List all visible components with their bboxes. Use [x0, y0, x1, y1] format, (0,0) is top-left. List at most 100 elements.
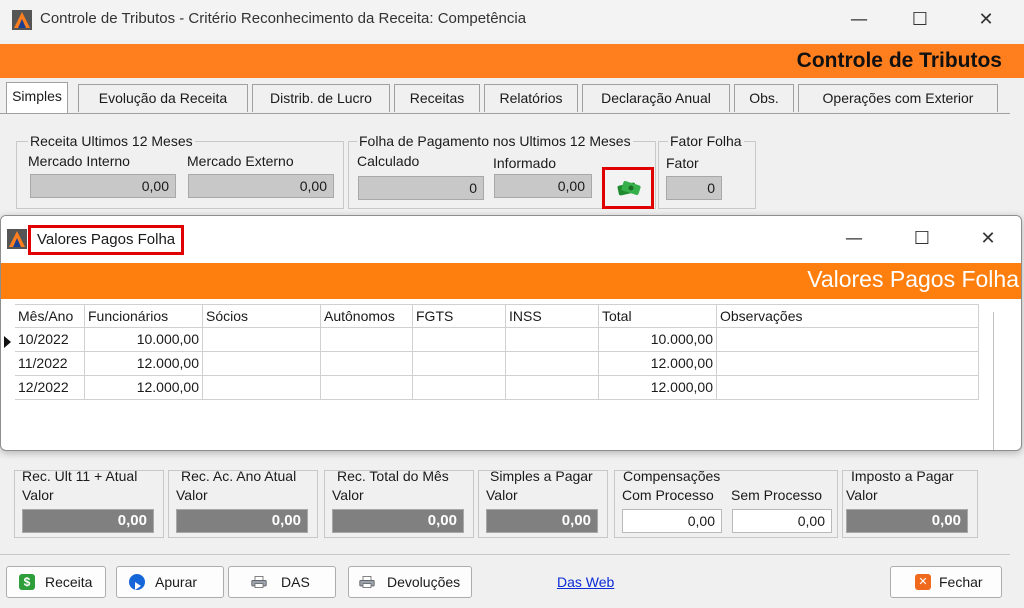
tab-relatorios[interactable]: Relatórios — [484, 84, 578, 112]
simples-pagar-title: Simples a Pagar — [490, 468, 593, 484]
dialog-title: Valores Pagos Folha — [28, 225, 185, 255]
dialog-banner: Valores Pagos Folha — [1, 263, 1021, 299]
table-cell[interactable]: 10/2022 — [15, 328, 85, 352]
table-cell[interactable]: 11/2022 — [15, 352, 85, 376]
table-cell[interactable]: 12/2022 — [15, 376, 85, 400]
mercado-interno-label: Mercado Interno — [28, 153, 130, 169]
column-header[interactable]: Mês/Ano — [15, 304, 85, 328]
rec-ult-label: Valor — [22, 487, 54, 503]
tab-simples[interactable]: Simples — [6, 82, 68, 114]
table-cell[interactable] — [203, 376, 321, 400]
table-cell[interactable]: 12.000,00 — [599, 352, 717, 376]
mercado-interno-field[interactable]: 0,00 — [30, 174, 176, 198]
table-cell[interactable]: 10.000,00 — [599, 328, 717, 352]
fator-field[interactable]: 0 — [666, 176, 722, 200]
dialog-minimize-button[interactable]: — — [831, 225, 877, 253]
informado-field[interactable]: 0,00 — [494, 174, 592, 198]
column-header[interactable]: INSS — [506, 304, 599, 328]
rec-total-label: Valor — [332, 487, 364, 503]
dialog-title-bar[interactable]: Valores Pagos Folha — ☐ ✕ — [1, 216, 1021, 262]
calculado-label: Calculado — [357, 153, 420, 169]
rec-ac-label: Valor — [176, 487, 208, 503]
sem-processo-label: Sem Processo — [731, 487, 823, 503]
column-header[interactable]: Autônomos — [321, 304, 413, 328]
mercado-externo-field[interactable]: 0,00 — [188, 174, 334, 198]
printer-icon — [359, 576, 375, 588]
dialog-banner-title: Valores Pagos Folha — [807, 266, 1019, 292]
main-title-bar[interactable]: Controle de Tributos - Critério Reconhec… — [0, 0, 1024, 40]
play-icon — [129, 574, 145, 590]
tab-receitas[interactable]: Receitas — [394, 84, 480, 112]
com-processo-field[interactable]: 0,00 — [622, 509, 722, 533]
table-cell[interactable] — [413, 376, 506, 400]
current-row-indicator-icon — [4, 336, 11, 348]
compensacoes-title: Compensações — [623, 468, 721, 484]
printer-icon — [251, 576, 267, 588]
tab-distrib-lucro[interactable]: Distrib. de Lucro — [252, 84, 390, 112]
table-cell[interactable] — [321, 376, 413, 400]
simples-pagar-field[interactable]: 0,00 — [486, 509, 598, 533]
das-button-label: DAS — [281, 574, 310, 590]
rec-total-title: Rec. Total do Mês — [337, 468, 449, 484]
sem-processo-field[interactable]: 0,00 — [732, 509, 832, 533]
fechar-button[interactable]: ✕ Fechar — [890, 566, 1002, 598]
table-cell[interactable] — [506, 376, 599, 400]
imposto-pagar-label: Valor — [846, 487, 878, 503]
tab-obs[interactable]: Obs. — [734, 84, 794, 112]
minimize-button[interactable]: — — [836, 6, 882, 34]
banner-title: Controle de Tributos — [796, 49, 1002, 72]
table-cell[interactable] — [413, 352, 506, 376]
calculado-field[interactable]: 0 — [358, 176, 484, 200]
dialog-maximize-button[interactable]: ☐ — [899, 225, 945, 253]
column-header[interactable]: Total — [599, 304, 717, 328]
app-logo-icon — [12, 10, 32, 30]
rec-ult-title: Rec. Ult 11 + Atual — [22, 468, 138, 484]
rec-ult-field[interactable]: 0,00 — [22, 509, 154, 533]
maximize-button[interactable]: ☐ — [897, 6, 943, 34]
imposto-pagar-title: Imposto a Pagar — [851, 468, 954, 484]
dollar-icon: $ — [19, 574, 35, 590]
imposto-pagar-field[interactable]: 0,00 — [846, 509, 968, 533]
com-processo-label: Com Processo — [622, 487, 714, 503]
close-x-icon: ✕ — [915, 574, 931, 590]
rec-total-field[interactable]: 0,00 — [332, 509, 464, 533]
tab-divider — [0, 113, 1010, 114]
receita-12-meses-title: Receita Ultimos 12 Meses — [28, 133, 195, 149]
devolucoes-button[interactable]: Devoluções — [348, 566, 472, 598]
column-header[interactable]: Sócios — [203, 304, 321, 328]
table-cell[interactable] — [203, 328, 321, 352]
close-button[interactable]: ✕ — [963, 6, 1009, 34]
das-button[interactable]: DAS — [228, 566, 336, 598]
valores-pagos-folha-dialog[interactable]: Valores Pagos Folha — ☐ ✕ Valores Pagos … — [0, 215, 1022, 451]
table-cell[interactable] — [717, 376, 979, 400]
column-header[interactable]: FGTS — [413, 304, 506, 328]
fechar-button-label: Fechar — [939, 574, 983, 590]
receita-button[interactable]: $ Receita — [6, 566, 106, 598]
table-cell[interactable] — [203, 352, 321, 376]
tab-operacoes-exterior[interactable]: Operações com Exterior — [798, 84, 998, 112]
rec-ac-title: Rec. Ac. Ano Atual — [181, 468, 297, 484]
table-cell[interactable] — [717, 328, 979, 352]
fator-label: Fator — [666, 155, 699, 171]
dialog-close-button[interactable]: ✕ — [965, 225, 1011, 253]
rec-ac-field[interactable]: 0,00 — [176, 509, 308, 533]
simples-pagar-label: Valor — [486, 487, 518, 503]
apurar-button[interactable]: Apurar — [116, 566, 224, 598]
table-cell[interactable] — [413, 328, 506, 352]
das-web-link[interactable]: Das Web — [557, 574, 614, 590]
column-header[interactable]: Funcionários — [85, 304, 203, 328]
table-cell[interactable] — [321, 352, 413, 376]
tab-evolucao-receita[interactable]: Evolução da Receita — [78, 84, 248, 112]
column-header[interactable]: Observações — [717, 304, 979, 328]
table-cell[interactable] — [717, 352, 979, 376]
table-cell[interactable]: 12.000,00 — [85, 352, 203, 376]
tab-declaracao-anual[interactable]: Declaração Anual — [582, 84, 730, 112]
table-cell[interactable]: 10.000,00 — [85, 328, 203, 352]
valores-pagos-folha-button[interactable] — [602, 167, 654, 209]
table-cell[interactable] — [506, 352, 599, 376]
table-cell[interactable]: 12.000,00 — [599, 376, 717, 400]
table-cell[interactable] — [506, 328, 599, 352]
table-cell[interactable]: 12.000,00 — [85, 376, 203, 400]
table-cell[interactable] — [321, 328, 413, 352]
grid-scrollbar[interactable] — [993, 312, 994, 450]
